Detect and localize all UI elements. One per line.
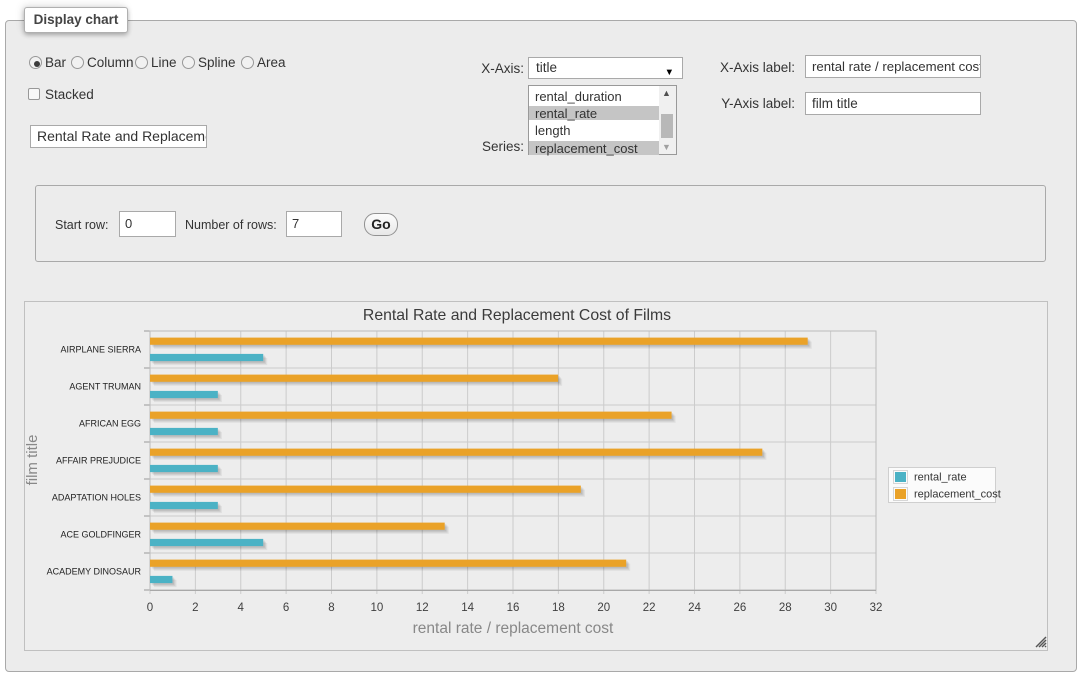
svg-text:rental rate / replacement cost: rental rate / replacement cost <box>413 620 614 637</box>
svg-text:AGENT TRUMAN: AGENT TRUMAN <box>69 382 141 392</box>
svg-text:28: 28 <box>779 602 792 614</box>
svg-text:AFFAIR PREJUDICE: AFFAIR PREJUDICE <box>56 456 141 466</box>
svg-text:10: 10 <box>370 602 383 614</box>
svg-text:0: 0 <box>147 602 153 614</box>
svg-text:ACADEMY DINOSAUR: ACADEMY DINOSAUR <box>47 567 142 577</box>
svg-text:14: 14 <box>461 602 474 614</box>
svg-text:12: 12 <box>416 602 429 614</box>
svg-text:film title: film title <box>25 435 41 486</box>
svg-text:30: 30 <box>824 602 837 614</box>
svg-text:22: 22 <box>643 602 656 614</box>
svg-text:6: 6 <box>283 602 289 614</box>
svg-text:Rental Rate and Replacement Co: Rental Rate and Replacement Cost of Film… <box>363 307 671 324</box>
svg-text:8: 8 <box>328 602 334 614</box>
svg-text:AFRICAN EGG: AFRICAN EGG <box>79 419 141 429</box>
svg-text:4: 4 <box>238 602 245 614</box>
svg-text:2: 2 <box>192 602 198 614</box>
svg-text:AIRPLANE SIERRA: AIRPLANE SIERRA <box>60 345 141 355</box>
svg-text:26: 26 <box>733 602 746 614</box>
svg-text:rental_rate: rental_rate <box>914 472 967 484</box>
svg-text:ACE GOLDFINGER: ACE GOLDFINGER <box>60 530 141 540</box>
svg-text:ADAPTATION HOLES: ADAPTATION HOLES <box>52 493 141 503</box>
svg-text:16: 16 <box>507 602 520 614</box>
svg-text:32: 32 <box>870 602 883 614</box>
svg-text:18: 18 <box>552 602 565 614</box>
svg-text:replacement_cost: replacement_cost <box>914 489 1001 501</box>
svg-text:20: 20 <box>597 602 610 614</box>
svg-text:24: 24 <box>688 602 701 614</box>
